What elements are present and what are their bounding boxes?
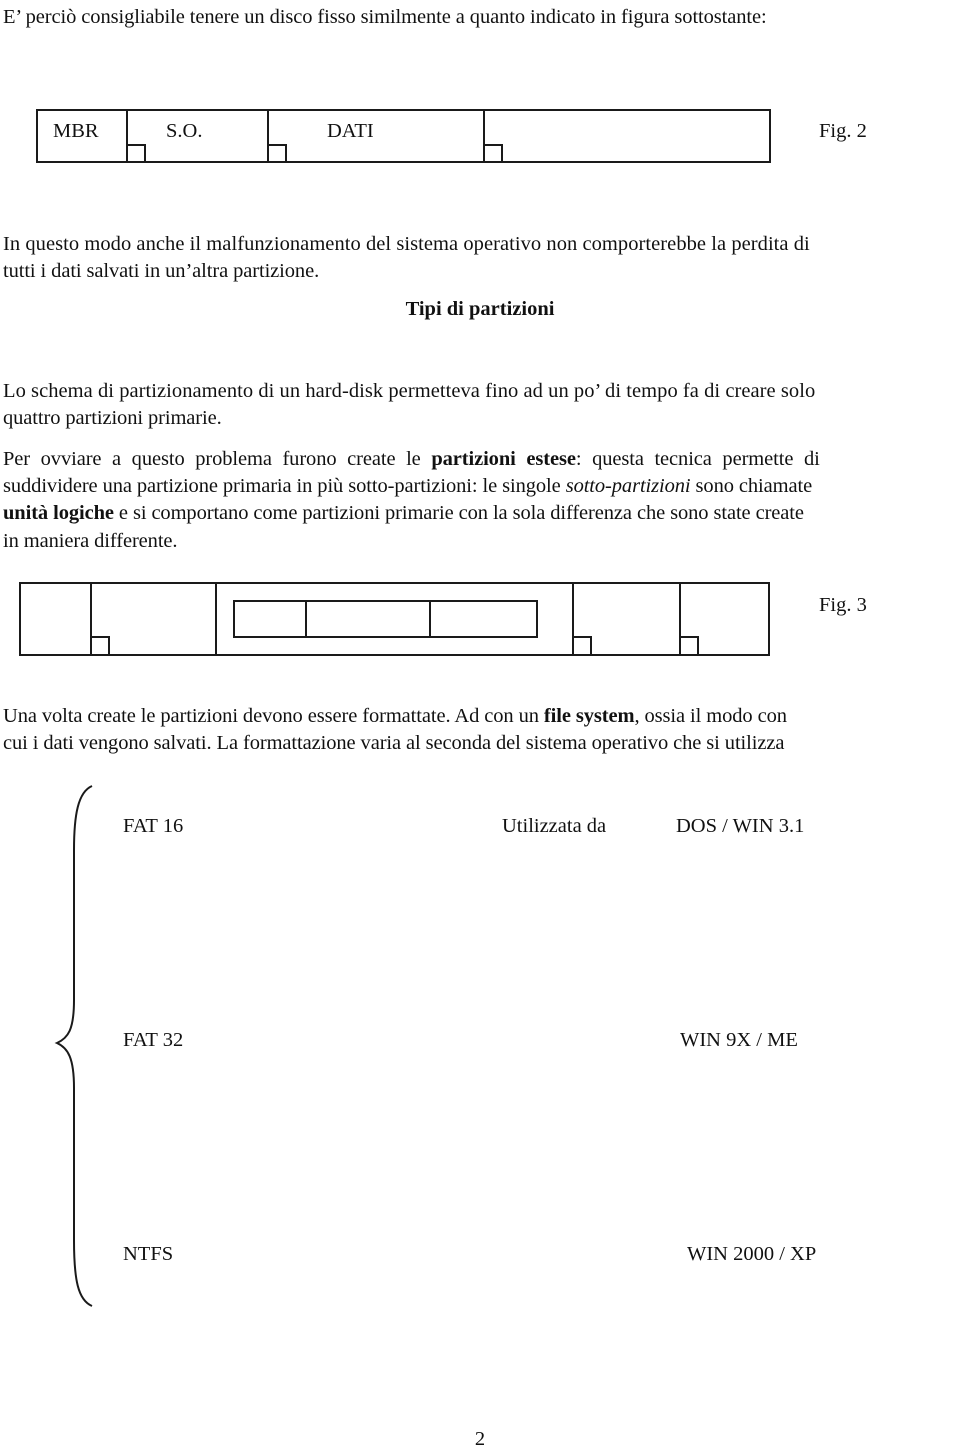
fig3-disk-diagram [19,582,770,656]
fig2-marker-square [267,144,287,163]
fig2-outer-box [36,109,771,163]
fig3-caption: Fig. 3 [819,594,867,616]
para4-text: Una volta create le partizioni devono es… [3,705,544,727]
fs-os-fat32: WIN 9X / ME [680,1029,798,1051]
fig2-marker-square [126,144,146,163]
para3-line4: in maniera differente. [3,530,178,552]
term-unita-logiche: unità logiche [3,502,114,524]
para1-line1: In questo modo anche il malfunzionamento… [3,233,810,255]
fig3-outer-box [19,582,770,656]
fs-os-fat16: DOS / WIN 3.1 [676,815,805,837]
para4-text: , ossia il modo con [634,705,787,727]
fig2-caption: Fig. 2 [819,120,867,142]
fs-name-ntfs: NTFS [123,1243,174,1265]
fig2-label-so: S.O. [166,120,203,142]
fs-os-ntfs: WIN 2000 / XP [687,1243,817,1265]
fs-name-fat16: FAT 16 [123,815,184,837]
page-number: 2 [474,1428,486,1450]
fs-used-by-label: Utilizzata da [502,815,607,837]
term-partizioni-estese: partizioni estese [431,448,576,470]
term-sotto-partizioni: sotto-partizioni [565,475,691,497]
term-file-system: file system [543,705,635,727]
para3-text: e si comportano come partizioni primarie… [113,502,804,524]
para3-line2: suddividere una partizione primaria in p… [3,475,812,498]
fig3-extended-partition-box [233,600,538,638]
fig3-marker-square [679,636,699,656]
curly-brace [54,785,93,1307]
fig3-marker-square [572,636,592,656]
para2-line2: quattro partizioni primarie. [3,407,222,429]
para2-line1: Lo schema di partizionamento di un hard-… [3,380,816,402]
para3-line1: Per ovviare a questo problema furono cre… [3,448,820,471]
fs-name-fat32: FAT 32 [123,1029,184,1051]
para3-text: Per ovviare a questo problema furono cre… [3,448,421,470]
para3-text: suddividere una partizione primaria in p… [3,475,561,497]
para3-text: : questa tecnica permette di [575,448,820,470]
fig2-disk-diagram [36,109,771,163]
para4-line1: Una volta create le partizioni devono es… [3,705,787,728]
para3-line3: unità logiche e si comportano come parti… [3,502,804,525]
fig2-marker-square [483,144,503,163]
para4-line2: cui i dati vengono salvati. La formattaz… [3,732,785,754]
fig3-marker-square [90,636,110,656]
fig2-label-mbr: MBR [53,120,99,142]
para3-text: sono chiamate [690,475,813,497]
section-heading: Tipi di partizioni [405,298,555,320]
fig2-label-dati: DATI [327,120,374,142]
para1-line2: tutti i dati salvati in un’altra partizi… [3,260,320,282]
